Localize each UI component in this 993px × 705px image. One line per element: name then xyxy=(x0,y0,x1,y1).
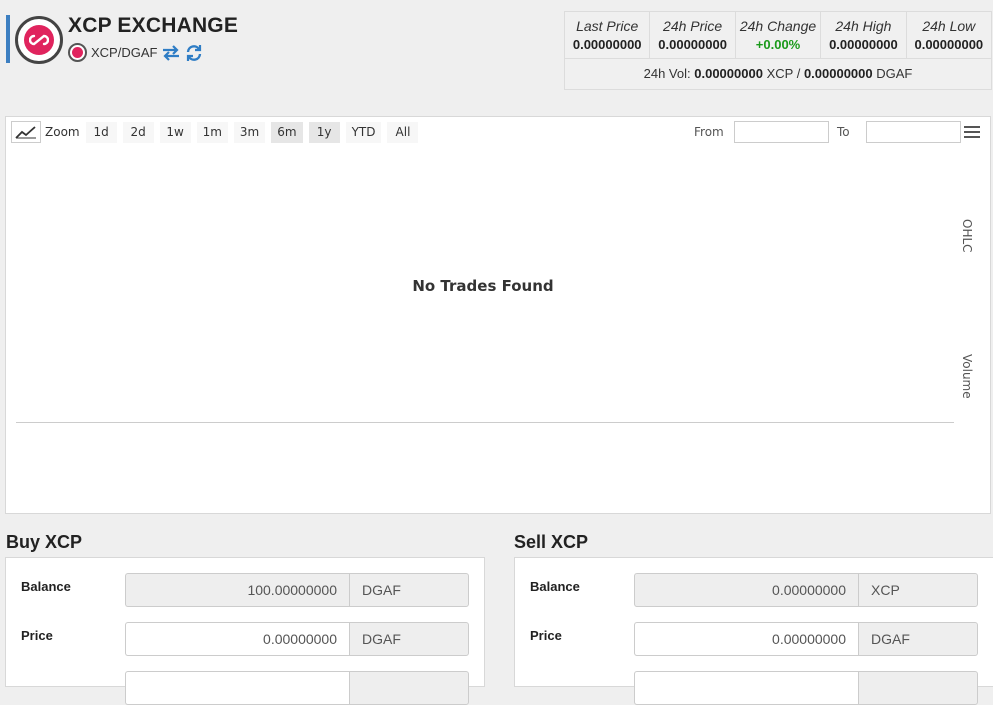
zoom-button-6m[interactable]: 6m xyxy=(271,121,303,143)
menu-bar xyxy=(964,131,980,133)
stat-24h-low: 24h Low 0.00000000 xyxy=(907,12,991,58)
page-title: XCP EXCHANGE xyxy=(68,14,239,37)
stat-24h-high: 24h High 0.00000000 xyxy=(821,12,907,58)
pair-logo-mark xyxy=(72,47,83,58)
stat-value: 0.00000000 xyxy=(829,37,898,52)
stat-24h-price: 24h Price 0.00000000 xyxy=(650,12,736,58)
stat-label: 24h High xyxy=(835,18,892,34)
header-accent-bar xyxy=(6,15,10,63)
vol-quote-value: 0.00000000 xyxy=(803,66,873,81)
stat-value: 0.00000000 xyxy=(658,37,727,52)
sell-balance-group: 0.00000000 XCP xyxy=(634,573,978,607)
zoom-button-3m[interactable]: 3m xyxy=(233,121,266,143)
sell-amount-unit xyxy=(858,671,978,705)
zoom-button-all[interactable]: All xyxy=(387,121,419,143)
zoom-button-ytd[interactable]: YTD xyxy=(345,121,382,143)
sell-amount-group xyxy=(634,671,978,705)
stat-label: Last Price xyxy=(576,18,639,34)
price-chart-panel: Zoom 1d 2d 1w 1m 3m 6m 1y YTD All From T… xyxy=(5,116,991,514)
zoom-button-1y[interactable]: 1y xyxy=(308,121,340,143)
buy-price-input[interactable]: 0.00000000 xyxy=(125,622,349,656)
stat-label: 24h Low xyxy=(922,18,976,34)
range-from-input[interactable] xyxy=(733,121,829,143)
chart-divider-line xyxy=(16,422,954,423)
swap-arrows-icon[interactable] xyxy=(161,44,181,61)
logo-infinity-icon xyxy=(29,34,49,46)
stat-value: 0.00000000 xyxy=(914,37,984,52)
buy-price-label: Price xyxy=(21,628,53,643)
refresh-icon[interactable] xyxy=(185,44,203,62)
stat-24h-volume: 24h Vol: 0.00000000 XCP / 0.00000000 DGA… xyxy=(565,58,991,89)
buy-balance-field: 100.00000000 xyxy=(125,573,349,607)
axis-label-volume: Volume xyxy=(960,354,974,399)
pair-row: XCP/DGAF xyxy=(68,43,203,62)
market-stats-table: Last Price 0.00000000 24h Price 0.000000… xyxy=(564,11,992,90)
stat-24h-change: 24h Change +0.00% xyxy=(736,12,822,58)
vol-base-value: 0.00000000 xyxy=(694,66,763,81)
vol-quote-unit: DGAF xyxy=(876,66,913,81)
sell-balance-row: Balance 0.00000000 XCP xyxy=(530,573,978,607)
empty-chart-message: No Trades Found xyxy=(412,277,554,295)
sell-section-title: Sell XCP xyxy=(514,532,589,552)
zoom-button-2d[interactable]: 2d xyxy=(122,121,154,143)
buy-balance-row: Balance 100.00000000 DGAF xyxy=(21,573,469,607)
stats-row: Last Price 0.00000000 24h Price 0.000000… xyxy=(565,12,991,58)
sell-price-group: 0.00000000 DGAF xyxy=(634,622,978,656)
buy-balance-group: 100.00000000 DGAF xyxy=(125,573,469,607)
stat-value: 0.00000000 xyxy=(572,37,642,52)
buy-section-title: Buy XCP xyxy=(6,532,83,552)
chart-type-button[interactable] xyxy=(11,121,41,143)
zoom-button-1w[interactable]: 1w xyxy=(159,121,191,143)
pair-logo-icon xyxy=(68,43,87,62)
range-to-input[interactable] xyxy=(865,121,961,143)
zoom-label: Zoom xyxy=(45,125,80,139)
buy-balance-unit: DGAF xyxy=(349,573,469,607)
stat-label: 24h Change xyxy=(739,18,817,34)
sell-amount-row xyxy=(530,671,978,705)
refresh-svg xyxy=(187,44,202,61)
sell-balance-unit: XCP xyxy=(858,573,978,607)
buy-price-unit: DGAF xyxy=(349,622,469,656)
chart-toolbar: Zoom 1d 2d 1w 1m 3m 6m 1y YTD All xyxy=(11,121,424,143)
vol-label: 24h Vol: xyxy=(643,66,691,81)
pair-label: XCP/DGAF xyxy=(91,45,158,60)
hamburger-menu-icon[interactable] xyxy=(964,126,980,141)
logo-mark xyxy=(24,25,54,55)
range-to: To xyxy=(837,121,961,143)
range-from-label: From xyxy=(694,125,724,139)
stat-last-price: Last Price 0.00000000 xyxy=(565,12,651,58)
sell-panel: Balance 0.00000000 XCP Price 0.00000000 … xyxy=(514,557,993,705)
sell-amount-input[interactable] xyxy=(634,671,858,705)
sell-price-unit: DGAF xyxy=(858,622,978,656)
menu-bar xyxy=(964,136,980,138)
buy-price-row: Price 0.00000000 DGAF xyxy=(21,622,469,656)
stat-label: 24h Price xyxy=(663,18,723,34)
vol-separator: / xyxy=(796,66,801,81)
buy-amount-input[interactable] xyxy=(125,671,349,705)
sell-price-input[interactable]: 0.00000000 xyxy=(634,622,858,656)
line-chart-icon xyxy=(15,126,36,139)
vol-base-unit: XCP xyxy=(766,66,794,81)
axis-label-ohlc: OHLC xyxy=(960,219,974,253)
sell-balance-label: Balance xyxy=(530,579,580,594)
menu-bar xyxy=(964,126,980,128)
buy-panel: Balance 100.00000000 DGAF Price 0.000000… xyxy=(5,557,485,705)
sell-price-row: Price 0.00000000 DGAF xyxy=(530,622,978,656)
range-to-label: To xyxy=(837,125,850,139)
range-from: From xyxy=(694,121,829,143)
buy-price-group: 0.00000000 DGAF xyxy=(125,622,469,656)
zoom-button-1m[interactable]: 1m xyxy=(196,121,228,143)
sell-price-label: Price xyxy=(530,628,562,643)
counterparty-logo-icon xyxy=(15,16,63,64)
buy-amount-unit xyxy=(349,671,469,705)
buy-amount-group xyxy=(125,671,469,705)
sell-balance-field: 0.00000000 xyxy=(634,573,858,607)
buy-amount-row xyxy=(21,671,469,705)
zoom-button-1d[interactable]: 1d xyxy=(85,121,117,143)
swap-arrows-svg xyxy=(163,44,180,61)
buy-balance-label: Balance xyxy=(21,579,71,594)
stat-value: +0.00% xyxy=(755,37,801,52)
